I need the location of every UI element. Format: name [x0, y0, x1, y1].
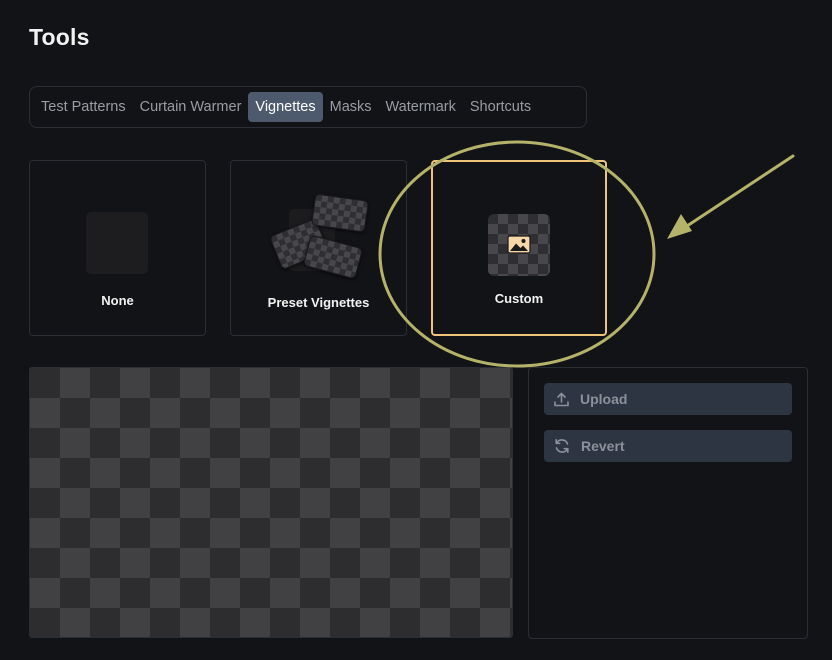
- option-label-preset: Preset Vignettes: [267, 295, 370, 310]
- upload-label: Upload: [580, 391, 628, 407]
- vignette-option-custom[interactable]: Custom: [431, 160, 607, 336]
- tab-masks[interactable]: Masks: [323, 92, 379, 122]
- page-title: Tools: [29, 24, 90, 50]
- annotation-arrow-head: [667, 214, 692, 239]
- option-label-custom: Custom: [494, 291, 544, 306]
- refresh-icon: [555, 439, 569, 453]
- custom-thumbnail: [488, 214, 550, 276]
- annotation-arrow-shaft: [682, 154, 795, 230]
- actions-panel: Upload Revert: [528, 367, 808, 639]
- empty-thumbnail: [86, 212, 148, 274]
- tab-shortcuts[interactable]: Shortcuts: [463, 92, 538, 122]
- revert-button[interactable]: Revert: [544, 430, 792, 462]
- tab-vignettes[interactable]: Vignettes: [248, 92, 323, 122]
- vignette-option-preset[interactable]: Preset Vignettes: [230, 160, 407, 336]
- option-label-none: None: [101, 293, 134, 308]
- tab-test-patterns[interactable]: Test Patterns: [34, 92, 133, 122]
- tab-curtain-warmer[interactable]: Curtain Warmer: [133, 92, 249, 122]
- vignette-option-none[interactable]: None: [29, 160, 206, 336]
- revert-label: Revert: [581, 438, 625, 454]
- upload-button[interactable]: Upload: [544, 383, 792, 415]
- image-icon: [507, 235, 531, 254]
- vignette-preview-canvas[interactable]: [29, 367, 513, 638]
- upload-icon: [554, 392, 569, 406]
- tool-tabs: Test Patterns Curtain Warmer Vignettes M…: [29, 86, 587, 128]
- tab-watermark[interactable]: Watermark: [379, 92, 463, 122]
